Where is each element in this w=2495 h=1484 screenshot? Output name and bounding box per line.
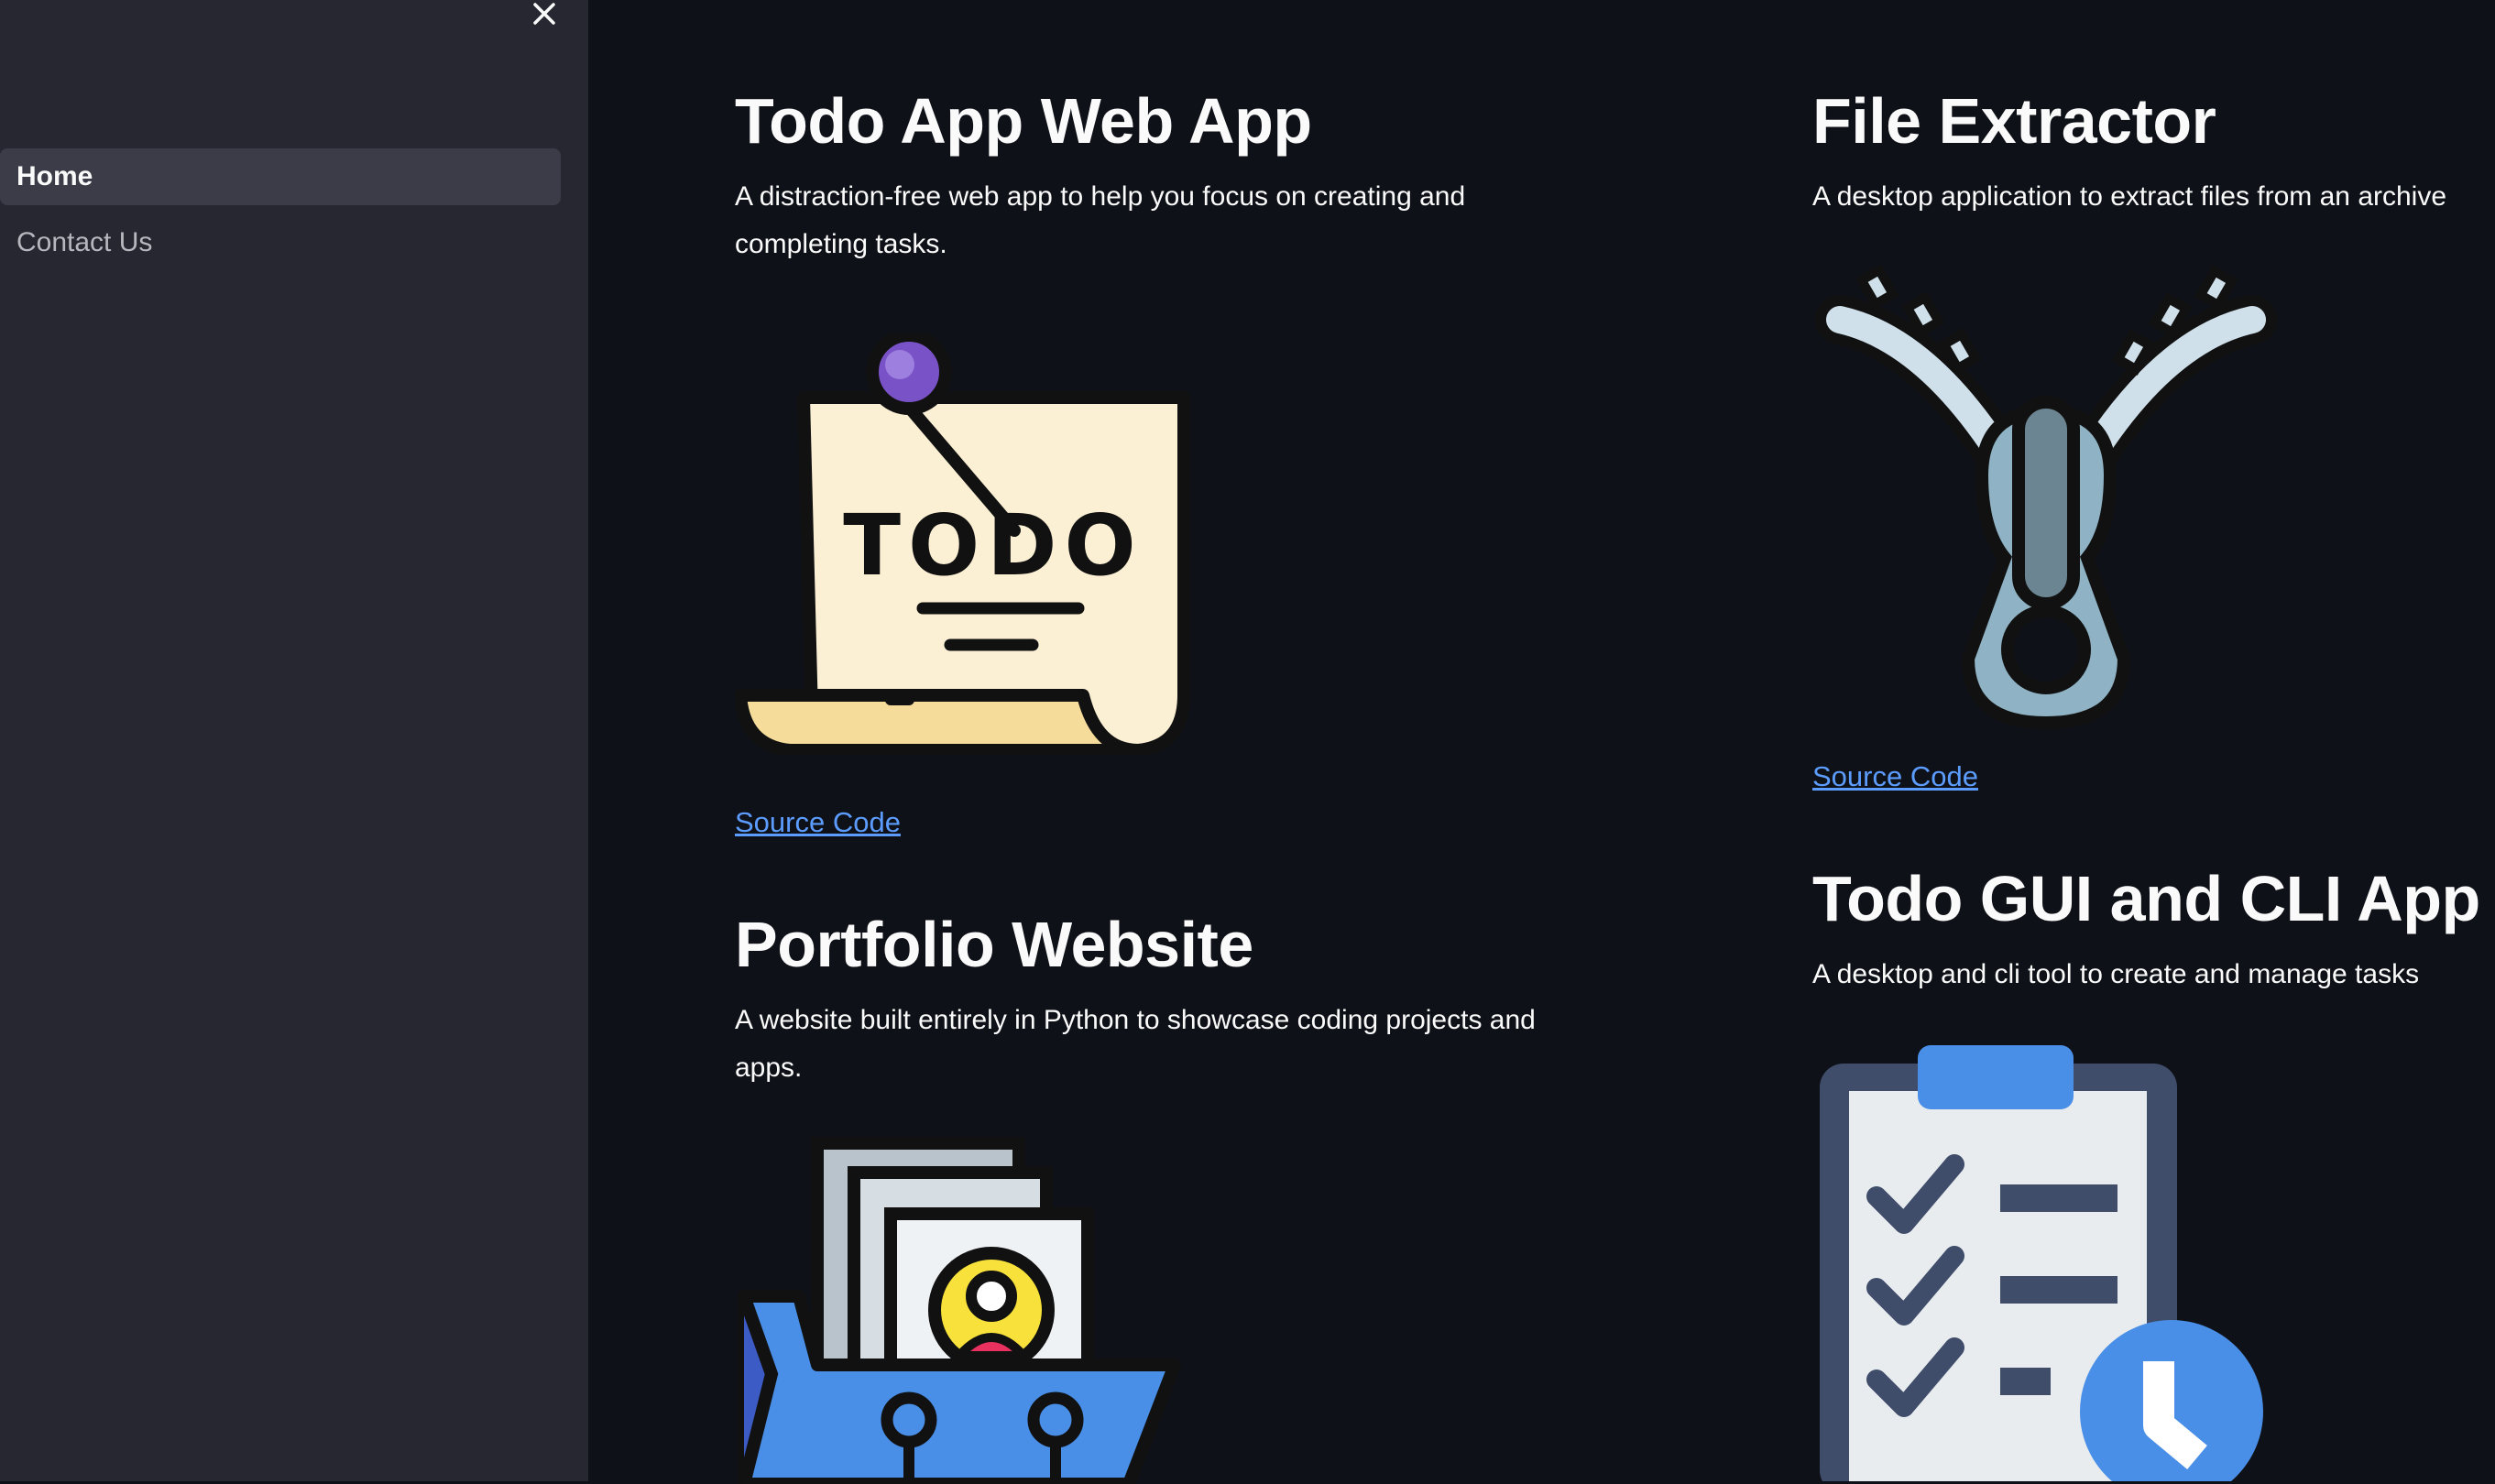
todo-note-text: TODO xyxy=(843,496,1144,595)
zipper-icon xyxy=(1815,265,2277,730)
project-description: A desktop application to extract files f… xyxy=(1812,181,2447,212)
close-icon xyxy=(533,3,555,25)
source-code-link[interactable]: Source Code xyxy=(735,806,901,839)
close-sidebar-button[interactable] xyxy=(528,0,561,27)
project-description: A distraction-free web app to help you f… xyxy=(735,181,1466,259)
sidebar-item-label: Contact Us xyxy=(16,227,153,257)
project-card-file-extractor: File Extractor A desktop application to … xyxy=(1812,86,2495,801)
project-title: File Extractor xyxy=(1812,85,2216,157)
clipboard-checklist-icon xyxy=(1820,1045,2263,1481)
main-content: Todo App Web App A distraction-free web … xyxy=(588,0,2495,1484)
project-card-todo-web-app: Todo App Web App A distraction-free web … xyxy=(735,86,1532,856)
sidebar-nav: Home Contact Us xyxy=(0,148,561,280)
project-card-portfolio-website: Portfolio Website A website built entire… xyxy=(735,909,1559,1484)
source-code-link[interactable]: Source Code xyxy=(1812,760,1978,793)
sidebar-item-contact-us[interactable]: Contact Us xyxy=(0,214,561,271)
project-description: A website built entirely in Python to sh… xyxy=(735,1005,1536,1083)
project-card-todo-gui-cli: Todo GUI and CLI App A desktop and cli t… xyxy=(1812,864,2495,1481)
sidebar-item-home[interactable]: Home xyxy=(0,148,561,205)
sidebar-item-label: Home xyxy=(16,161,93,191)
project-title: Todo GUI and CLI App xyxy=(1812,863,2480,934)
portfolio-folder-icon xyxy=(738,1137,1181,1484)
project-description: A desktop and cli tool to create and man… xyxy=(1812,959,2420,989)
sidebar: Home Contact Us xyxy=(0,0,588,1481)
project-title: Todo App Web App xyxy=(735,85,1312,157)
todo-note-icon: TODO xyxy=(735,333,1190,755)
project-title: Portfolio Website xyxy=(735,909,1253,980)
